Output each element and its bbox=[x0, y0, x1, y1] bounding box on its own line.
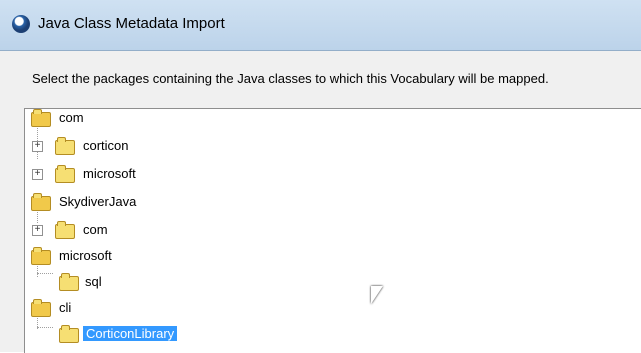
tree-item-label: CorticonLibrary bbox=[83, 326, 178, 341]
tree-item-label: com bbox=[83, 222, 108, 237]
tree-connector bbox=[37, 327, 53, 328]
expand-icon[interactable]: + bbox=[32, 225, 43, 236]
tree-item-label: SkydiverJava bbox=[59, 194, 137, 209]
mouse-pointer-icon bbox=[371, 286, 383, 304]
tree-item-label: com bbox=[59, 110, 84, 125]
folder-icon bbox=[55, 221, 75, 239]
tree-connector bbox=[37, 273, 53, 274]
tree-item-label: microsoft bbox=[83, 166, 136, 181]
folder-icon bbox=[55, 165, 75, 183]
title-bar[interactable]: Java Class Metadata Import bbox=[0, 0, 641, 51]
instruction-text: Select the packages containing the Java … bbox=[32, 71, 549, 86]
tree-item-label: sql bbox=[85, 274, 102, 289]
expand-icon[interactable]: + bbox=[32, 169, 43, 180]
folder-open-icon bbox=[31, 247, 51, 265]
window-title: Java Class Metadata Import bbox=[38, 15, 225, 32]
expand-icon[interactable]: + bbox=[32, 141, 43, 152]
folder-open-icon bbox=[31, 299, 51, 317]
dialog-content: Select the packages containing the Java … bbox=[0, 51, 641, 353]
folder-open-icon bbox=[31, 109, 51, 127]
tree-item-label: corticon bbox=[83, 138, 129, 153]
package-tree[interactable]: com + corticon + microsoft SkydiverJava … bbox=[24, 108, 641, 353]
folder-icon bbox=[59, 273, 79, 291]
folder-open-icon bbox=[31, 193, 51, 211]
tree-item-label: microsoft bbox=[59, 248, 112, 263]
tree-item-label: cli bbox=[59, 300, 72, 315]
app-icon bbox=[12, 15, 30, 33]
folder-icon bbox=[55, 137, 75, 155]
folder-icon bbox=[59, 325, 79, 343]
